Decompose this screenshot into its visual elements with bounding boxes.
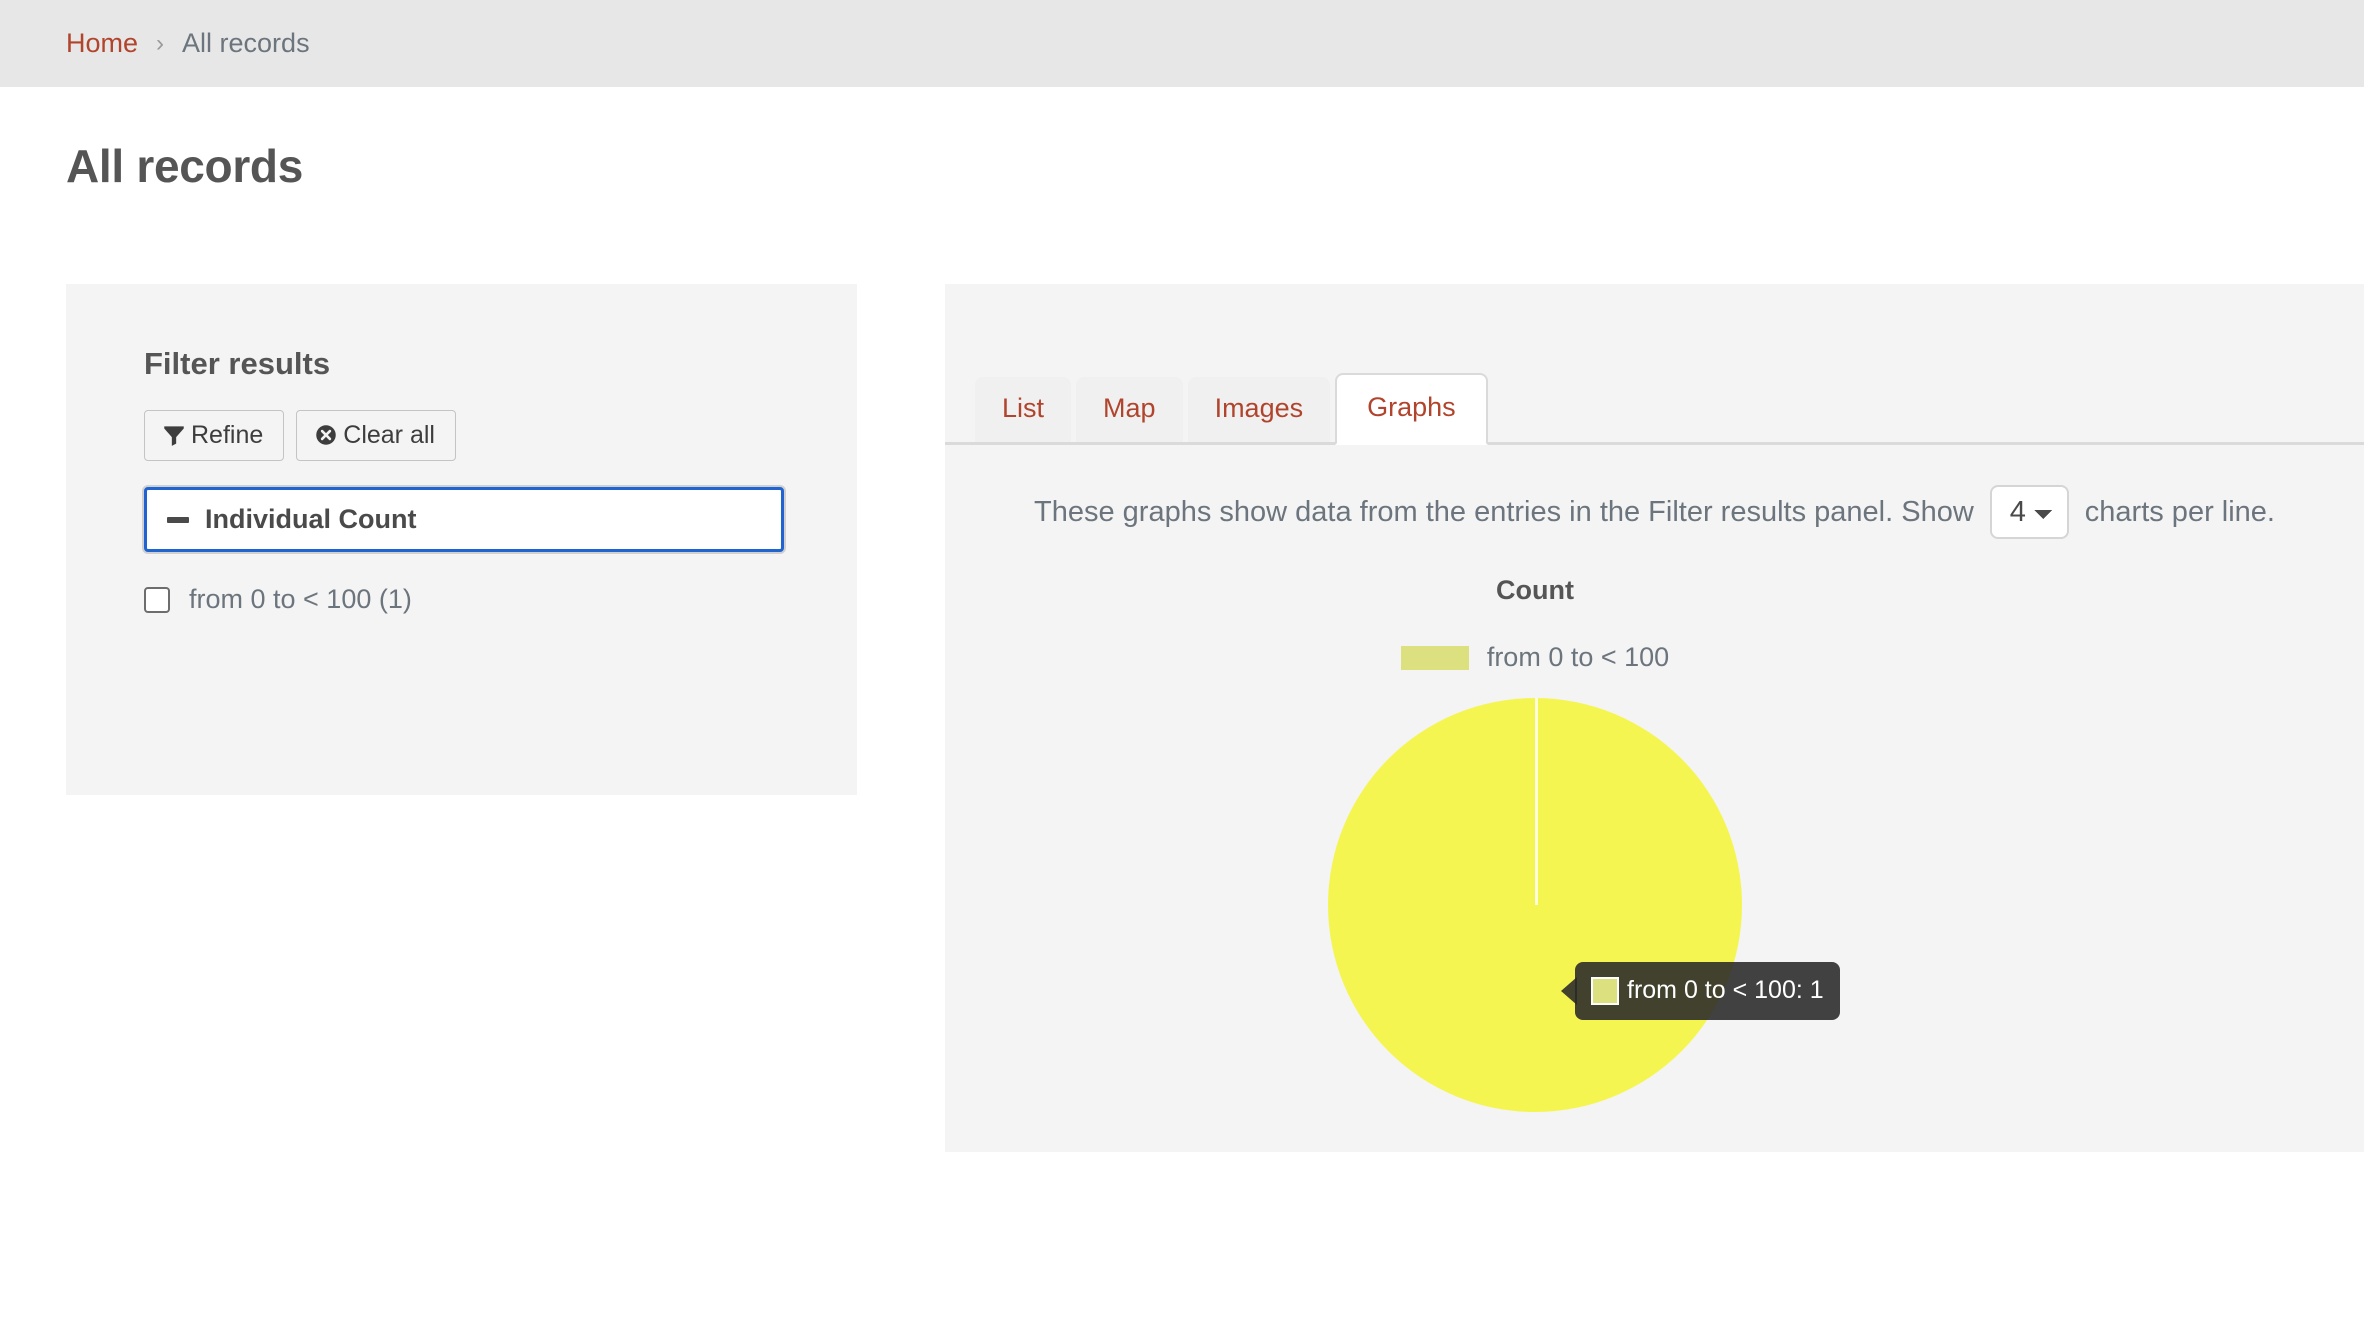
chart-tooltip: from 0 to < 100: 1: [1575, 962, 1840, 1020]
refine-button[interactable]: Refine: [144, 410, 285, 461]
pie-slice-from-0-to-100[interactable]: [1328, 698, 1742, 1112]
close-circle-icon: [313, 422, 339, 448]
chart-title: Count: [1496, 575, 1574, 605]
refine-button-label: Refine: [191, 420, 264, 449]
legend-swatch: [1400, 645, 1469, 670]
pie-slice-divider: [1535, 698, 1538, 905]
pie-chart: Count from 0 to < 100 from 0 to < 100: 1: [1325, 575, 1840, 1118]
clear-all-button[interactable]: Clear all: [296, 410, 456, 461]
tab-images[interactable]: Images: [1187, 377, 1331, 442]
breadcrumb-link-home[interactable]: Home: [66, 28, 138, 59]
graphs-description-text-before: These graphs show data from the entries …: [1034, 495, 1974, 528]
graphs-description-text-after: charts per line.: [2084, 495, 2275, 528]
results-tabbar: List Map Images Graphs: [945, 284, 2364, 445]
main-layout: Filter results Refine Clear all Individu…: [0, 284, 2364, 1152]
graphs-description: These graphs show data from the entries …: [945, 445, 2364, 539]
facet-individual-count-toggle[interactable]: Individual Count: [144, 487, 784, 552]
tab-list[interactable]: List: [975, 377, 1072, 442]
tab-map[interactable]: Map: [1076, 377, 1183, 442]
chevron-right-icon: ›: [156, 29, 165, 57]
legend-label: from 0 to < 100: [1486, 642, 1670, 672]
filter-actions: Refine Clear all: [144, 410, 857, 461]
minus-icon: [167, 516, 189, 523]
facet-title: Individual Count: [205, 504, 417, 534]
filter-results-heading: Filter results: [144, 346, 331, 381]
chart-legend: from 0 to < 100: [1325, 642, 1745, 673]
clear-all-button-label: Clear all: [343, 420, 435, 449]
tooltip-swatch: [1591, 976, 1619, 1005]
breadcrumb-current: All records: [182, 28, 310, 58]
results-panel: List Map Images Graphs These graphs show…: [945, 284, 2364, 1152]
breadcrumb: Home › All records: [0, 0, 2364, 87]
page-title: All records: [66, 140, 304, 192]
facet-option-row[interactable]: from 0 to < 100 (1): [144, 584, 857, 615]
funnel-icon: [161, 422, 187, 448]
tab-graphs[interactable]: Graphs: [1335, 373, 1488, 445]
pie-area: from 0 to < 100: 1: [1325, 698, 1840, 1118]
tooltip-label: from 0 to < 100: 1: [1627, 976, 1824, 1004]
charts-per-line-select[interactable]: 4: [1989, 485, 2069, 539]
facet-option-checkbox[interactable]: [144, 586, 170, 613]
facet-option-label: from 0 to < 100 (1): [189, 584, 412, 614]
filter-results-panel: Filter results Refine Clear all Individu…: [66, 284, 857, 795]
